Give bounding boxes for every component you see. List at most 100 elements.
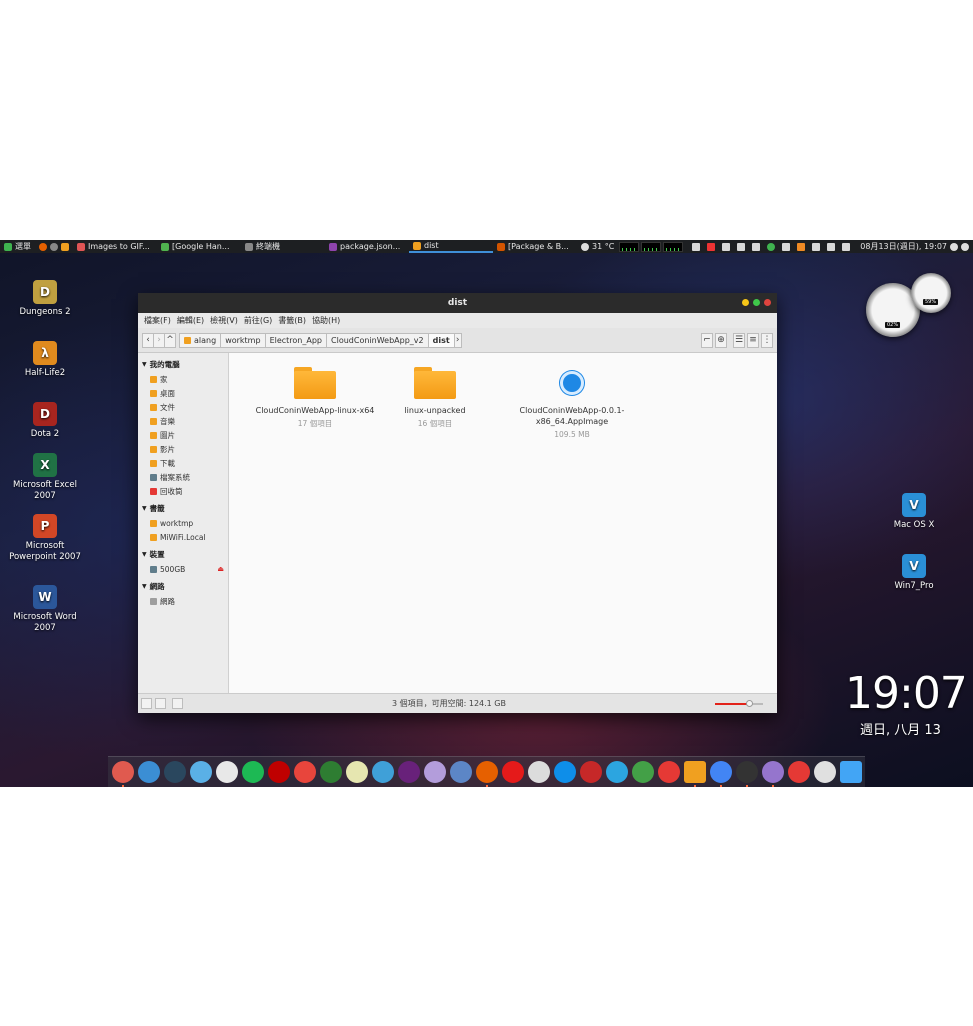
taskbar-item[interactable]: [Package & B... — [493, 240, 577, 253]
display-icon[interactable] — [692, 242, 701, 251]
sidebar-item[interactable]: 回收筒 — [138, 484, 228, 498]
sidebar-item[interactable]: 500GB ⏏ — [138, 562, 228, 576]
close-button[interactable] — [764, 299, 771, 306]
sidebar-item[interactable]: 圖片 — [138, 428, 228, 442]
desktop-icon-vbox-win7[interactable]: V Win7_Pro — [874, 554, 954, 592]
power-icon[interactable] — [961, 242, 970, 251]
desktop-icon-half-life2[interactable]: λ Half-Life2 — [5, 341, 85, 379]
menu-item[interactable]: 協助(H) — [309, 315, 343, 326]
dock-network-globe-icon[interactable] — [190, 761, 212, 783]
desktop-icon-vbox-macosx[interactable]: V Mac OS X — [874, 493, 954, 531]
dock-puzzle-icon[interactable] — [346, 761, 368, 783]
dock-phone-icon[interactable] — [294, 761, 316, 783]
desktop-icon-word[interactable]: W Microsoft Word 2007 — [5, 585, 85, 634]
taskbar-item[interactable]: package.json... — [325, 240, 409, 253]
sidebar-item[interactable]: 桌面 — [138, 386, 228, 400]
folder-item[interactable]: CloudConinWebApp-linux-x64 17 個項目 — [255, 367, 375, 429]
taskbar-item[interactable]: [Google Han... — [157, 240, 241, 253]
dock-remote-desktop-icon[interactable] — [216, 761, 238, 783]
flag-icon[interactable] — [707, 242, 716, 251]
dock-spotify-icon[interactable] — [242, 761, 264, 783]
maximize-button[interactable] — [753, 299, 760, 306]
dock-diamond-icon[interactable] — [580, 761, 602, 783]
sidebar-item[interactable]: 文件 — [138, 400, 228, 414]
folder-icon[interactable] — [61, 242, 69, 251]
sidebar-item[interactable]: 家 — [138, 372, 228, 386]
weather[interactable]: 31 °C — [577, 240, 618, 253]
menu-item[interactable]: 編輯(E) — [174, 315, 207, 326]
dock-safari-icon[interactable] — [814, 761, 836, 783]
breadcrumb-item[interactable]: Electron_App — [264, 332, 328, 348]
shield-icon[interactable] — [797, 242, 806, 251]
zoom-knob[interactable] — [745, 699, 753, 707]
open-terminal-button[interactable]: ⊕ — [715, 332, 727, 348]
icon-view-button[interactable]: ☰ — [733, 332, 745, 348]
taskbar-item[interactable]: Images to GIF... — [73, 240, 157, 253]
dock-opera-icon[interactable] — [502, 761, 524, 783]
dock-steam-icon[interactable] — [164, 761, 186, 783]
hide-sidebar-button[interactable] — [172, 698, 183, 709]
menu-item[interactable]: 檔案(F) — [141, 315, 174, 326]
breadcrumb-item[interactable]: CloudConinWebApp_v2 — [326, 332, 429, 348]
dock-show-desktop-icon[interactable] — [840, 761, 862, 783]
dock-anchor-icon[interactable] — [112, 761, 134, 787]
menu-item[interactable]: 前往(G) — [241, 315, 275, 326]
status-icon[interactable] — [767, 242, 776, 251]
wifi-icon[interactable] — [722, 242, 731, 251]
window-titlebar[interactable]: dist — [138, 293, 777, 313]
folder-item[interactable]: linux-unpacked 16 個項目 — [375, 367, 495, 429]
dock-ide-blue-icon[interactable] — [372, 761, 394, 783]
dock-hangouts-icon[interactable] — [632, 761, 654, 783]
dock-visual-studio-icon[interactable] — [398, 761, 420, 783]
up-button[interactable]: ^ — [164, 332, 176, 348]
dock-text-editor-icon[interactable] — [762, 761, 784, 787]
dock-trash-icon[interactable] — [788, 761, 810, 783]
sidebar-item[interactable]: MiWiFi.Local — [138, 530, 228, 544]
dock-search-globe-icon[interactable] — [450, 761, 472, 783]
volume-icon[interactable] — [737, 242, 746, 251]
toggle-location-button[interactable]: ⌐ — [701, 332, 713, 348]
sidebar-item[interactable]: 音樂 — [138, 414, 228, 428]
dock-document-viewer-icon[interactable] — [424, 761, 446, 783]
dock-browser-swirl-icon[interactable] — [138, 761, 160, 783]
taskbar-item[interactable]: dist — [409, 240, 493, 253]
dock-files-icon[interactable] — [684, 761, 706, 787]
dock-terminal-green-icon[interactable] — [320, 761, 342, 783]
menu-item[interactable]: 書籤(B) — [275, 315, 309, 326]
breadcrumb-more-button[interactable]: › — [453, 332, 462, 348]
sidebar-section-devices[interactable]: ▼ 裝置 — [138, 547, 228, 562]
sidebar-item[interactable]: worktmp — [138, 516, 228, 530]
desktop-icon-excel[interactable]: X Microsoft Excel 2007 — [5, 453, 85, 502]
breadcrumb-item[interactable]: alang — [179, 332, 222, 348]
dock-leaf-icon[interactable] — [528, 761, 550, 783]
list-view-button[interactable]: ≡ — [747, 332, 759, 348]
settings-icon[interactable] — [50, 242, 58, 251]
battery-icon[interactable] — [842, 242, 851, 251]
sidebar-section-my-computer[interactable]: ▼ 我的電腦 — [138, 357, 228, 372]
dock-teamviewer-icon[interactable] — [554, 761, 576, 783]
file-item[interactable]: CloudConinWebApp-0.0.1-x86_64.AppImage 10… — [512, 367, 632, 440]
dock-filezilla-icon[interactable] — [268, 761, 290, 783]
taskbar-item[interactable]: 終端機 — [241, 240, 325, 253]
dock-chrome-icon[interactable] — [710, 761, 732, 787]
zoom-slider[interactable] — [715, 699, 763, 707]
dock-telegram-icon[interactable] — [606, 761, 628, 783]
settings-tray-icon[interactable] — [812, 242, 821, 251]
show-tree-button[interactable] — [155, 698, 166, 709]
dock-firefox-icon[interactable] — [476, 761, 498, 787]
desktop-icon-dungeons2[interactable]: D Dungeons 2 — [5, 280, 85, 318]
sidebar-item[interactable]: 影片 — [138, 442, 228, 456]
image-icon[interactable] — [782, 242, 791, 251]
sidebar-section-network[interactable]: ▼ 網路 — [138, 579, 228, 594]
desktop-icon-powerpoint[interactable]: P Microsoft Powerpoint 2007 — [5, 514, 85, 563]
sidebar-section-bookmarks[interactable]: ▼ 書籤 — [138, 501, 228, 516]
eject-icon[interactable]: ⏏ — [217, 565, 224, 573]
menu-item[interactable]: 檢視(V) — [207, 315, 241, 326]
show-places-button[interactable] — [141, 698, 152, 709]
sidebar-item[interactable]: 下載 — [138, 456, 228, 470]
firefox-icon[interactable] — [39, 242, 47, 251]
minimize-button[interactable] — [742, 299, 749, 306]
desktop-icon-dota2[interactable]: D Dota 2 — [5, 402, 85, 440]
user-icon[interactable] — [950, 242, 959, 251]
dock-terminal-icon[interactable] — [736, 761, 758, 787]
